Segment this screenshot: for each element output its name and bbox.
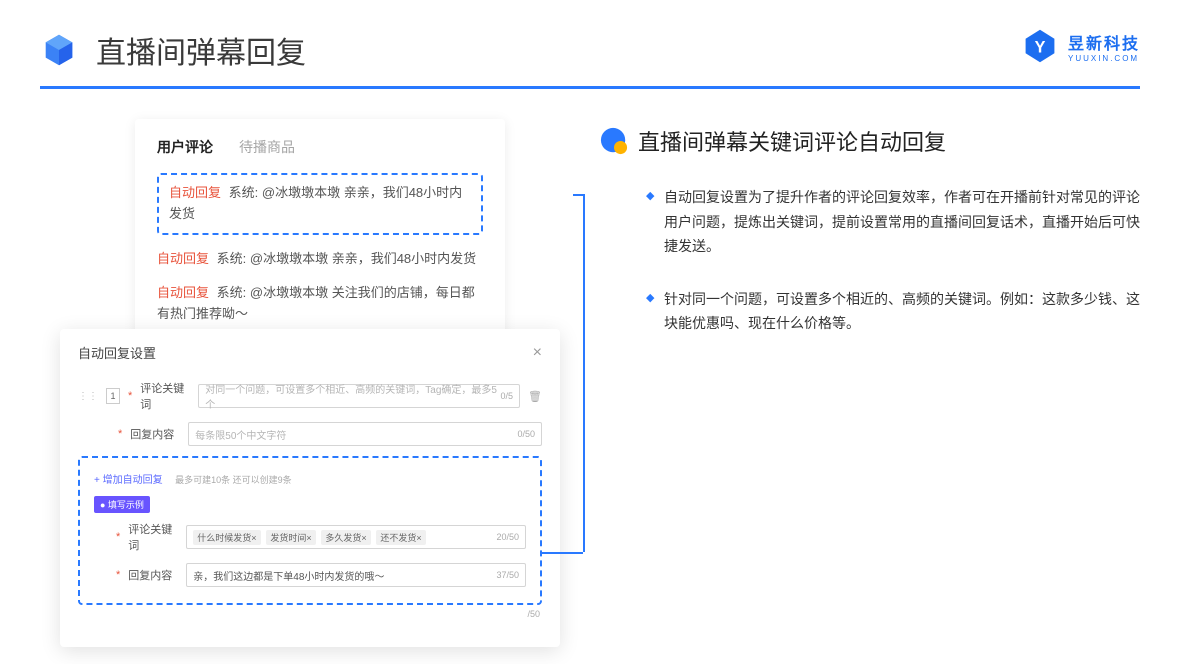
add-hint: 最多可建10条 还可以创建9条 [175,475,292,485]
logo-box-icon [40,31,78,69]
auto-reply-label: 自动回复 [157,251,209,266]
connector-line [541,552,583,554]
tag[interactable]: 还不发货× [376,530,425,545]
comment-line-2: 自动回复 系统: @冰墩墩本墩 亲亲，我们48小时内发货 [157,249,483,270]
ex-content-counter: 37/50 [496,570,519,580]
settings-title: 自动回复设置 [78,343,156,362]
comments-card: 用户评论 待播商品 自动回复 系统: @冰墩墩本墩 亲亲，我们48小时内发货 自… [135,119,505,357]
ex-content-label: 回复内容 [128,567,178,583]
system-label: 系统: [229,185,259,200]
content-label: 回复内容 [130,426,180,442]
comment-line-3: 自动回复 系统: @冰墩墩本墩 关注我们的店铺，每日都有热门推荐呦～ [157,283,483,325]
svg-text:Y: Y [1035,38,1046,56]
keyword-label: 评论关键词 [140,380,190,412]
connector-line [573,194,583,196]
content-placeholder: 每条限50个中文字符 [195,427,286,442]
auto-reply-settings-card: 自动回复设置 × ⋮⋮ 1 * 评论关键词 对同一个问题，可设置多个相近、高频的… [60,329,560,647]
example-panel: + 增加自动回复 最多可建10条 还可以创建9条 ● 填写示例 * 评论关键词 … [78,456,542,605]
keyword-counter: 0/5 [501,391,514,401]
comment-text: @冰墩墩本墩 亲亲，我们48小时内发货 [250,251,476,266]
brand-name-en: YUUXIN.COM [1068,54,1140,63]
connector-line [583,194,585,552]
drag-handle-icon[interactable]: ⋮⋮ [78,391,98,402]
keyword-input[interactable]: 对同一个问题，可设置多个相近、高频的关键词，Tag确定，最多5个 0/5 [198,384,520,408]
ex-content-value: 亲，我们这边都是下单48小时内发货的哦～ [193,568,384,583]
description-1: 自动回复设置为了提升作者的评论回复效率，作者可在开播前针对常见的评论用户问题，提… [646,185,1140,259]
add-auto-reply-link[interactable]: + 增加自动回复 [94,475,163,486]
required-star: * [116,569,120,581]
highlighted-comment-box: 自动回复 系统: @冰墩墩本墩 亲亲，我们48小时内发货 [157,173,483,235]
system-label: 系统: [217,251,247,266]
required-star: * [128,390,132,402]
footer-counter: /50 [78,609,542,619]
auto-reply-label: 自动回复 [169,185,221,200]
ex-keyword-input[interactable]: 什么时候发货× 发货时间× 多久发货× 还不发货× 20/50 [186,525,526,549]
delete-icon[interactable]: 🗑 [528,390,542,403]
page-title: 直播间弹幕回复 [96,28,306,72]
example-badge: ● 填写示例 [94,496,150,513]
tag[interactable]: 多久发货× [321,530,370,545]
brand-logo: Y 昱新科技 YUUXIN.COM [1022,28,1140,64]
required-star: * [118,428,122,440]
ex-keyword-counter: 20/50 [496,532,519,542]
section-title-text: 直播间弹幕关键词评论自动回复 [638,125,946,157]
bullet-icon [600,127,628,155]
required-star: * [116,531,120,543]
ex-keyword-label: 评论关键词 [128,521,178,553]
ex-tags-container: 什么时候发货× 发货时间× 多久发货× 还不发货× [193,530,428,545]
close-icon[interactable]: × [533,344,542,362]
keyword-placeholder: 对同一个问题，可设置多个相近、高频的关键词，Tag确定，最多5个 [205,381,500,411]
tag[interactable]: 什么时候发货× [193,530,260,545]
brand-name-cn: 昱新科技 [1068,30,1140,54]
brand-icon: Y [1022,28,1058,64]
system-label: 系统: [217,285,247,300]
tab-pending-goods[interactable]: 待播商品 [239,137,295,157]
content-input[interactable]: 每条限50个中文字符 0/50 [188,422,542,446]
tag[interactable]: 发货时间× [266,530,315,545]
description-2: 针对同一个问题，可设置多个相近的、高频的关键词。例如：这款多少钱、这块能优惠吗、… [646,287,1140,336]
tab-user-comments[interactable]: 用户评论 [157,137,213,157]
auto-reply-label: 自动回复 [157,285,209,300]
content-counter: 0/50 [517,429,535,439]
ex-content-input[interactable]: 亲，我们这边都是下单48小时内发货的哦～ 37/50 [186,563,526,587]
rule-index: 1 [106,388,120,404]
section-title: 直播间弹幕关键词评论自动回复 [600,125,1140,157]
